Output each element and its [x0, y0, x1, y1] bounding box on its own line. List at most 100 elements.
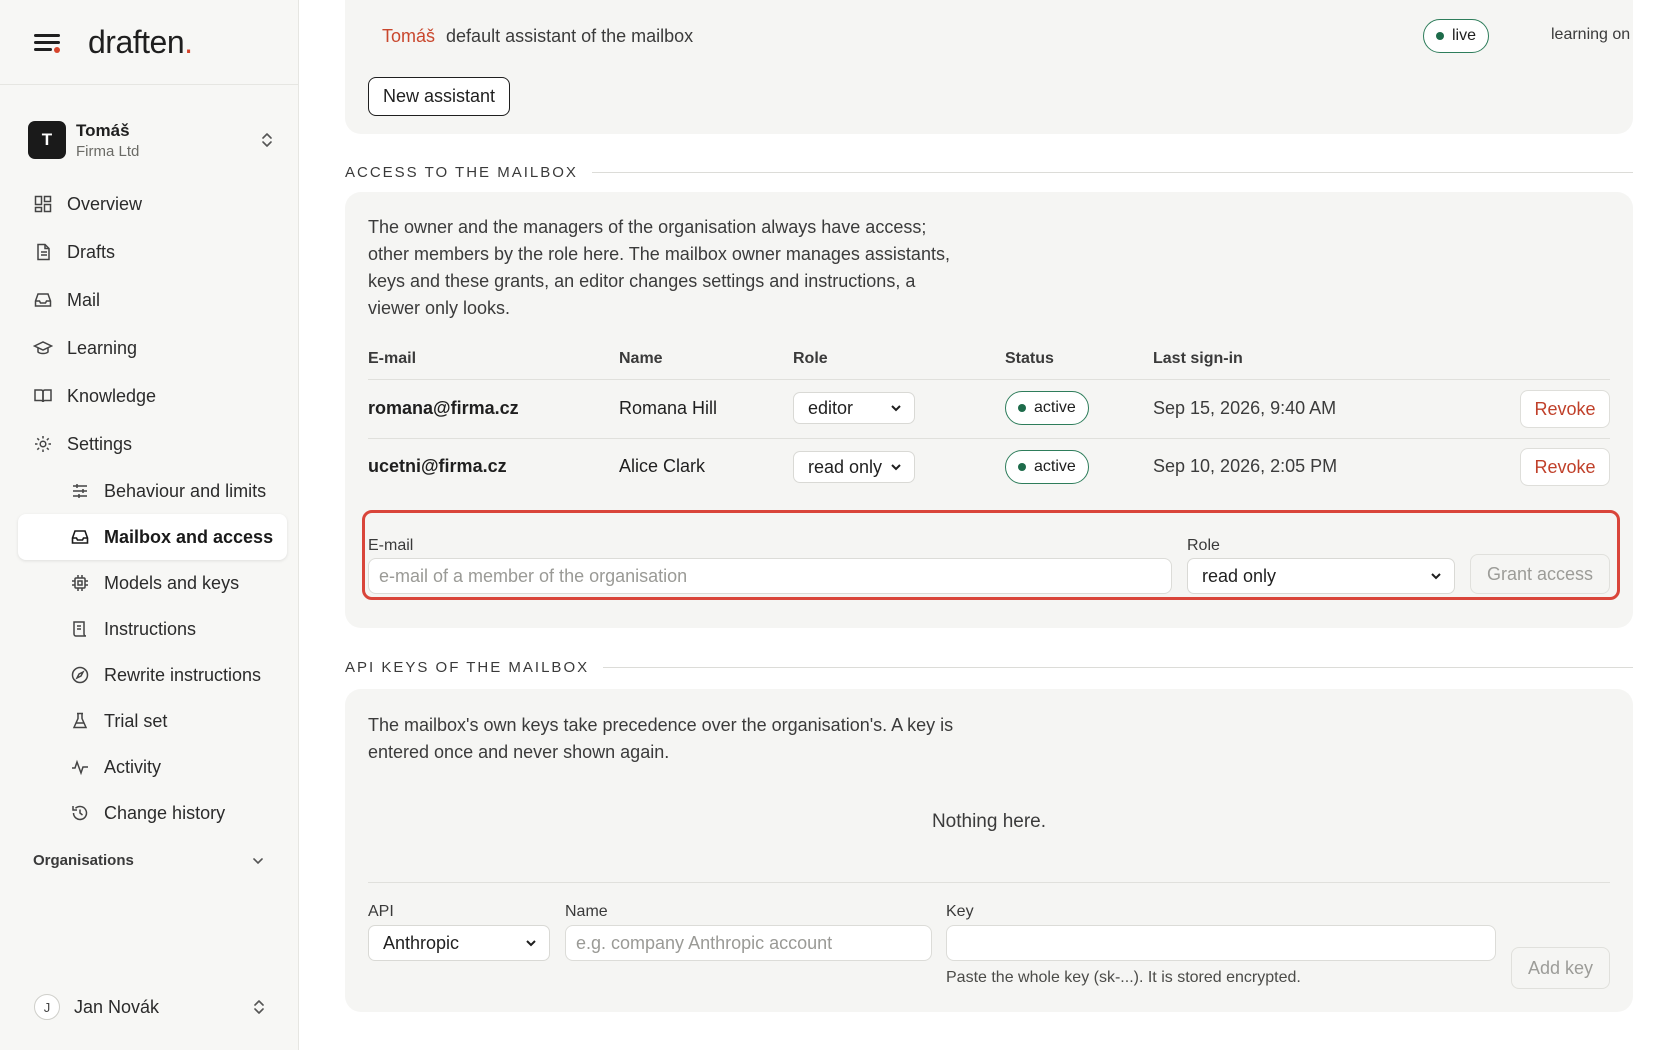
- sidebar-item-mail[interactable]: Mail: [0, 276, 299, 324]
- sidebar-item-label: Drafts: [67, 241, 116, 262]
- sidebar-item-label: Rewrite instructions: [104, 664, 262, 685]
- chevron-down-icon: [891, 464, 901, 471]
- document-icon: [37, 243, 50, 261]
- sidebar-item-drafts[interactable]: Drafts: [0, 228, 299, 276]
- new-assistant-button[interactable]: New assistant: [368, 77, 511, 116]
- role-label: Role: [1187, 537, 1220, 554]
- status-badge: live: [1423, 19, 1490, 53]
- sidebar-item-knowledge[interactable]: Knowledge: [0, 372, 299, 420]
- grant-access-button[interactable]: Grant access: [1470, 554, 1610, 594]
- sidebar: draften. T Tomáš Firma Ltd Overview Draf…: [0, 0, 299, 1050]
- api-key-field[interactable]: [946, 925, 1496, 961]
- sidebar-item-overview[interactable]: Overview: [0, 180, 299, 228]
- access-section-title: ACCESS TO THE MAILBOX: [345, 164, 1633, 181]
- status-dot-icon: [1436, 32, 1444, 40]
- pulse-icon: [72, 759, 88, 776]
- history-icon: [72, 805, 88, 821]
- sliders-icon: [73, 484, 87, 498]
- chevron-down-icon: [1431, 573, 1441, 580]
- divider: [368, 438, 1610, 439]
- divider: [591, 172, 1633, 173]
- chevron-down-icon: [253, 857, 263, 864]
- sidebar-item-label: Models and keys: [104, 572, 240, 593]
- sidebar-item-behaviour-and-limits[interactable]: Behaviour and limits: [0, 468, 299, 514]
- gear-icon: [35, 436, 51, 452]
- sidebar-item-label: Instructions: [104, 618, 197, 639]
- key-name-placeholder: e.g. company Anthropic account: [576, 932, 833, 953]
- sidebar-item-label: Settings: [67, 433, 133, 454]
- column-header-last-sign-in: Last sign-in: [1153, 350, 1243, 367]
- graduation-cap-icon: [33, 341, 53, 355]
- inbox-icon: [34, 293, 52, 307]
- sidebar-item-settings[interactable]: Settings: [0, 420, 299, 468]
- sidebar-item-label: Behaviour and limits: [104, 480, 267, 501]
- book-icon: [34, 389, 52, 403]
- status-badge: active: [1005, 450, 1089, 484]
- organisations-toggle[interactable]: Organisations: [33, 852, 265, 869]
- key-label: Key: [946, 903, 974, 920]
- sidebar-item-label: Mailbox and access: [104, 526, 274, 547]
- logo: draften.: [88, 23, 193, 60]
- sidebar-item-label: Trial set: [104, 710, 168, 731]
- inbox-icon: [71, 530, 89, 544]
- sidebar-item-label: Overview: [67, 193, 143, 214]
- menu-icon[interactable]: [34, 32, 60, 53]
- sidebar-item-change-history[interactable]: Change history: [0, 790, 299, 836]
- sidebar-item-rewrite-instructions[interactable]: Rewrite instructions: [0, 652, 299, 698]
- name-label: Name: [565, 903, 608, 920]
- row-email: romana@firma.cz: [368, 398, 519, 418]
- scroll-icon: [73, 621, 87, 637]
- grid-icon: [34, 195, 52, 213]
- empty-state: Nothing here.: [931, 811, 1047, 832]
- chevron-updown-icon: [254, 1000, 264, 1014]
- status-text: live: [1452, 27, 1477, 44]
- grant-email-field[interactable]: e-mail of a member of the organisation: [368, 558, 1172, 594]
- assistant-card: Tomáš default assistant of the mailbox l…: [345, 0, 1633, 134]
- row-last-sign-in: Sep 10, 2026, 2:05 PM: [1153, 456, 1338, 476]
- add-key-button[interactable]: Add key: [1511, 947, 1610, 989]
- sidebar-item-label: Change history: [104, 802, 226, 823]
- status-text: active: [1034, 399, 1076, 416]
- sidebar-item-activity[interactable]: Activity: [0, 744, 299, 790]
- revoke-button[interactable]: Revoke: [1520, 390, 1610, 428]
- email-label: E-mail: [368, 537, 414, 554]
- row-name: Romana Hill: [619, 398, 718, 418]
- logo-row: draften.: [0, 0, 298, 85]
- account-switcher[interactable]: T Tomáš Firma Ltd: [28, 116, 274, 164]
- role-select-value: read only: [808, 456, 883, 477]
- status-badge: active: [1005, 391, 1089, 425]
- chevron-updown-icon: [262, 133, 272, 147]
- revoke-button[interactable]: Revoke: [1520, 448, 1610, 486]
- role-select[interactable]: read only: [793, 451, 915, 483]
- flask-icon: [72, 712, 88, 729]
- section-title-text: API KEYS OF THE MAILBOX: [345, 659, 590, 676]
- api-provider-select[interactable]: Anthropic: [368, 925, 550, 961]
- key-hint: Paste the whole key (sk-...). It is stor…: [946, 969, 1301, 986]
- role-select[interactable]: editor: [793, 392, 915, 424]
- sidebar-item-instructions[interactable]: Instructions: [0, 606, 299, 652]
- user-avatar: J: [34, 994, 60, 1020]
- api-keys-card: The mailbox's own keys take precedence o…: [345, 689, 1633, 1012]
- sidebar-item-label: Activity: [104, 756, 162, 777]
- chevron-down-icon: [526, 940, 536, 947]
- grant-role-select[interactable]: read only: [1187, 558, 1455, 594]
- sidebar-item-trial-set[interactable]: Trial set: [0, 698, 299, 744]
- row-email: ucetni@firma.cz: [368, 456, 507, 476]
- assistant-owner: Tomáš: [382, 26, 436, 46]
- organisations-label: Organisations: [33, 852, 134, 869]
- account-org: Firma Ltd: [76, 142, 140, 160]
- learning-status: learning on: [1551, 26, 1631, 43]
- grant-role-value: read only: [1202, 565, 1277, 586]
- sidebar-item-learning[interactable]: Learning: [0, 324, 299, 372]
- avatar: T: [28, 121, 66, 159]
- key-name-field[interactable]: e.g. company Anthropic account: [565, 925, 932, 961]
- user-switcher[interactable]: J Jan Novák: [34, 994, 266, 1020]
- sidebar-item-label: Learning: [67, 337, 138, 358]
- column-header-status: Status: [1005, 350, 1054, 367]
- grant-email-placeholder: e-mail of a member of the organisation: [379, 565, 688, 586]
- api-label: API: [368, 903, 394, 920]
- compass-icon: [71, 666, 89, 684]
- access-description: The owner and the managers of the organi…: [368, 217, 950, 318]
- sidebar-item-mailbox-and-access[interactable]: Mailbox and access: [18, 514, 287, 560]
- sidebar-item-models-and-keys[interactable]: Models and keys: [0, 560, 299, 606]
